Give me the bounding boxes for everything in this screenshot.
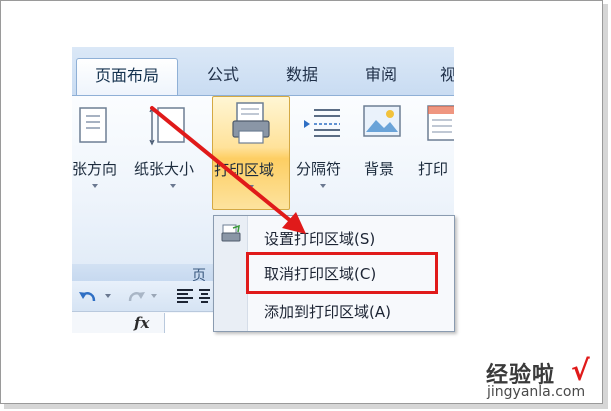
annotation-arrow-icon <box>150 106 306 234</box>
watermark-url: jingyanla.com <box>487 384 586 400</box>
watermark-check: √ <box>571 354 590 387</box>
